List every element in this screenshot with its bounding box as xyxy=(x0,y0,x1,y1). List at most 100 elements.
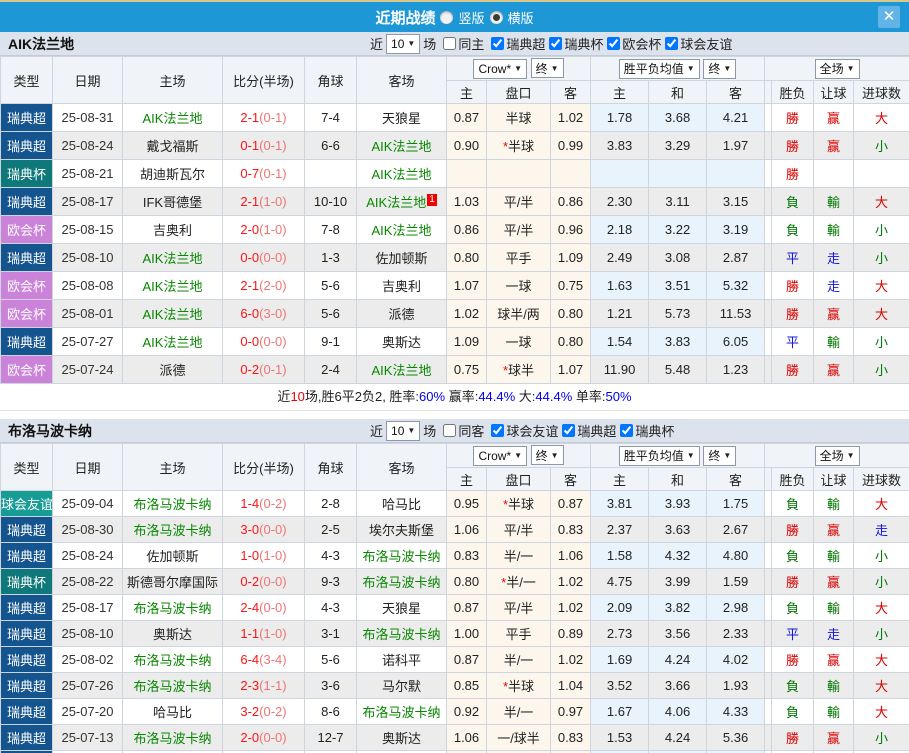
league-filter-checkbox[interactable]: 瑞典杯 xyxy=(616,421,674,440)
same-venue-input[interactable] xyxy=(443,37,457,50)
away-team-cell[interactable]: AIK法兰地 xyxy=(356,355,447,384)
vertical-layout-label[interactable]: 竖版 xyxy=(458,8,484,27)
away-team-cell[interactable]: AIK法兰地 xyxy=(356,215,447,244)
scope-select[interactable]: 全场 ▼ xyxy=(814,445,860,466)
handicap-line-cell: *半球 xyxy=(486,490,551,517)
home-team-cell[interactable]: AIK法兰地 xyxy=(122,271,223,300)
home-team-cell[interactable]: 布洛马波卡纳 xyxy=(122,646,223,673)
section-header: AIK法兰地 近 10 ▼ 场 同主 瑞典超 瑞典杯 欧会杯 球会友谊 xyxy=(0,32,909,56)
home-team-cell[interactable]: 布洛马波卡纳 xyxy=(122,516,223,543)
summary-line: 近10场,胜6平2负2, 胜率:60% 赢率:44.4% 大:44.4% 单率:… xyxy=(0,384,909,411)
col-away: 客场 xyxy=(356,56,447,104)
away-team-cell[interactable]: 奥斯达 xyxy=(356,327,447,356)
odds-company-select[interactable]: Crow* ▼ xyxy=(473,445,528,466)
result-goals-cell: 小 xyxy=(853,243,909,272)
away-team-cell[interactable]: AIK法兰地 xyxy=(356,159,447,188)
same-venue-checkbox[interactable]: 同客 xyxy=(439,421,484,440)
halftime-score: (1-0) xyxy=(259,626,287,641)
odds-time-select[interactable]: 终 ▼ xyxy=(530,58,564,79)
away-team-cell[interactable]: 奥斯达 xyxy=(356,724,447,751)
home-team-cell[interactable]: 布洛马波卡纳 xyxy=(122,490,223,517)
home-team-cell[interactable]: 布洛马波卡纳 xyxy=(122,594,223,621)
league-checkbox-input[interactable] xyxy=(620,424,634,437)
result-goals-cell: 小 xyxy=(853,724,909,751)
league-filter-checkbox[interactable]: 瑞典超 xyxy=(487,34,545,53)
home-team-cell[interactable]: 派德 xyxy=(122,355,223,384)
league-filter-checkbox[interactable]: 球会友谊 xyxy=(487,421,558,440)
avg-time-select[interactable]: 终 ▼ xyxy=(703,58,737,79)
home-team-cell[interactable]: 布洛马波卡纳 xyxy=(122,672,223,699)
result-handicap-cell: 輸 xyxy=(813,187,855,216)
home-team-cell[interactable]: 哈马比 xyxy=(122,698,223,725)
same-venue-checkbox[interactable]: 同主 xyxy=(439,34,484,53)
col-avg-draw: 和 xyxy=(648,467,708,491)
away-team-cell[interactable]: 埃尔夫斯堡 xyxy=(356,516,447,543)
result-wl-cell: 平 xyxy=(771,327,815,356)
horizontal-layout-label[interactable]: 横版 xyxy=(508,8,534,27)
away-team-cell[interactable]: 派德 xyxy=(356,299,447,328)
vertical-layout-radio[interactable] xyxy=(440,10,454,24)
away-team-cell[interactable]: 天狼星 xyxy=(356,103,447,132)
away-team-name: AIK法兰地 xyxy=(371,223,432,238)
match-count-select[interactable]: 10 ▼ xyxy=(386,33,421,54)
away-team-cell[interactable]: 诺科平 xyxy=(356,646,447,673)
scope-select[interactable]: 全场 ▼ xyxy=(814,58,860,79)
home-team-cell[interactable]: 佐加顿斯 xyxy=(122,542,223,569)
home-team-cell[interactable]: 斯德哥尔摩国际 xyxy=(122,568,223,595)
away-team-cell[interactable]: 哈马比 xyxy=(356,490,447,517)
league-checkbox-input[interactable] xyxy=(665,37,679,50)
close-button[interactable]: ✕ xyxy=(878,6,900,28)
league-checkbox-input[interactable] xyxy=(491,424,505,437)
odds-away-cell: 0.89 xyxy=(549,620,592,647)
halftime-score: (1-0) xyxy=(259,194,287,209)
away-team-cell[interactable]: 天狼星 xyxy=(356,594,447,621)
league-checkbox-input[interactable] xyxy=(549,37,563,50)
recent-results-popup: { "titlebar": { "title": "近期战绩", "vertic… xyxy=(0,0,909,753)
horizontal-layout-radio[interactable] xyxy=(489,10,503,24)
home-team-cell[interactable]: 胡迪斯瓦尔 xyxy=(122,159,223,188)
odds-time-select[interactable]: 终 ▼ xyxy=(530,445,564,466)
score-cell: 2-0(0-0) xyxy=(222,724,305,751)
odds-away-cell: 0.83 xyxy=(549,724,592,751)
avg-type-select[interactable]: 胜平负均值 ▼ xyxy=(618,445,700,466)
match-row: 瑞典杯 25-08-22 斯德哥尔摩国际 0-2(0-0) 9-3 布洛马波卡纳… xyxy=(0,568,909,595)
same-venue-input[interactable] xyxy=(443,424,457,437)
away-team-cell[interactable]: 吉奥利 xyxy=(356,271,447,300)
avg-type-select[interactable]: 胜平负均值 ▼ xyxy=(618,58,700,79)
away-team-cell[interactable]: 马尔默 xyxy=(356,672,447,699)
home-team-cell[interactable]: AIK法兰地 xyxy=(122,299,223,328)
away-team-cell[interactable]: 布洛马波卡纳 xyxy=(356,698,447,725)
result-wl-cell: 勝 xyxy=(771,299,815,328)
match-count-select[interactable]: 10 ▼ xyxy=(386,420,421,441)
league-filter-checkbox[interactable]: 瑞典超 xyxy=(558,421,616,440)
league-checkbox-label: 瑞典超 xyxy=(577,424,617,439)
away-team-cell[interactable]: 布洛马波卡纳 xyxy=(356,568,447,595)
home-team-cell[interactable]: 奥斯达 xyxy=(122,620,223,647)
home-team-cell[interactable]: 布洛马波卡纳 xyxy=(122,724,223,751)
home-team-cell[interactable]: IFK哥德堡 xyxy=(122,187,223,216)
avg-time-select[interactable]: 终 ▼ xyxy=(703,445,737,466)
away-team-cell[interactable]: 布洛马波卡纳 xyxy=(356,542,447,569)
result-goals-cell: 大 xyxy=(853,646,909,673)
home-team-cell[interactable]: 戴戈福斯 xyxy=(122,131,223,160)
home-team-cell[interactable]: AIK法兰地 xyxy=(122,103,223,132)
league-filter-checkbox[interactable]: 欧会杯 xyxy=(603,34,661,53)
away-team-cell[interactable]: 布洛马波卡纳 xyxy=(356,620,447,647)
away-team-cell[interactable]: AIK法兰地 1 xyxy=(356,187,447,216)
home-team-cell[interactable]: AIK法兰地 xyxy=(122,243,223,272)
fulltime-score: 2-4 xyxy=(240,600,260,615)
league-filter-checkbox[interactable]: 瑞典杯 xyxy=(545,34,603,53)
league-checkbox-input[interactable] xyxy=(607,37,621,50)
home-team-cell[interactable]: AIK法兰地 xyxy=(122,327,223,356)
date-cell: 25-08-21 xyxy=(52,159,123,188)
away-team-cell[interactable]: 佐加顿斯 xyxy=(356,243,447,272)
league-filter-checkbox[interactable]: 球会友谊 xyxy=(661,34,732,53)
home-team-cell[interactable]: 吉奥利 xyxy=(122,215,223,244)
odds-away-cell xyxy=(549,159,592,188)
chevron-down-icon: ▼ xyxy=(407,39,416,48)
league-checkbox-input[interactable] xyxy=(562,424,576,437)
league-checkbox-input[interactable] xyxy=(491,37,505,50)
chevron-down-icon: ▼ xyxy=(846,64,855,73)
odds-company-select[interactable]: Crow* ▼ xyxy=(473,58,528,79)
away-team-cell[interactable]: AIK法兰地 xyxy=(356,131,447,160)
